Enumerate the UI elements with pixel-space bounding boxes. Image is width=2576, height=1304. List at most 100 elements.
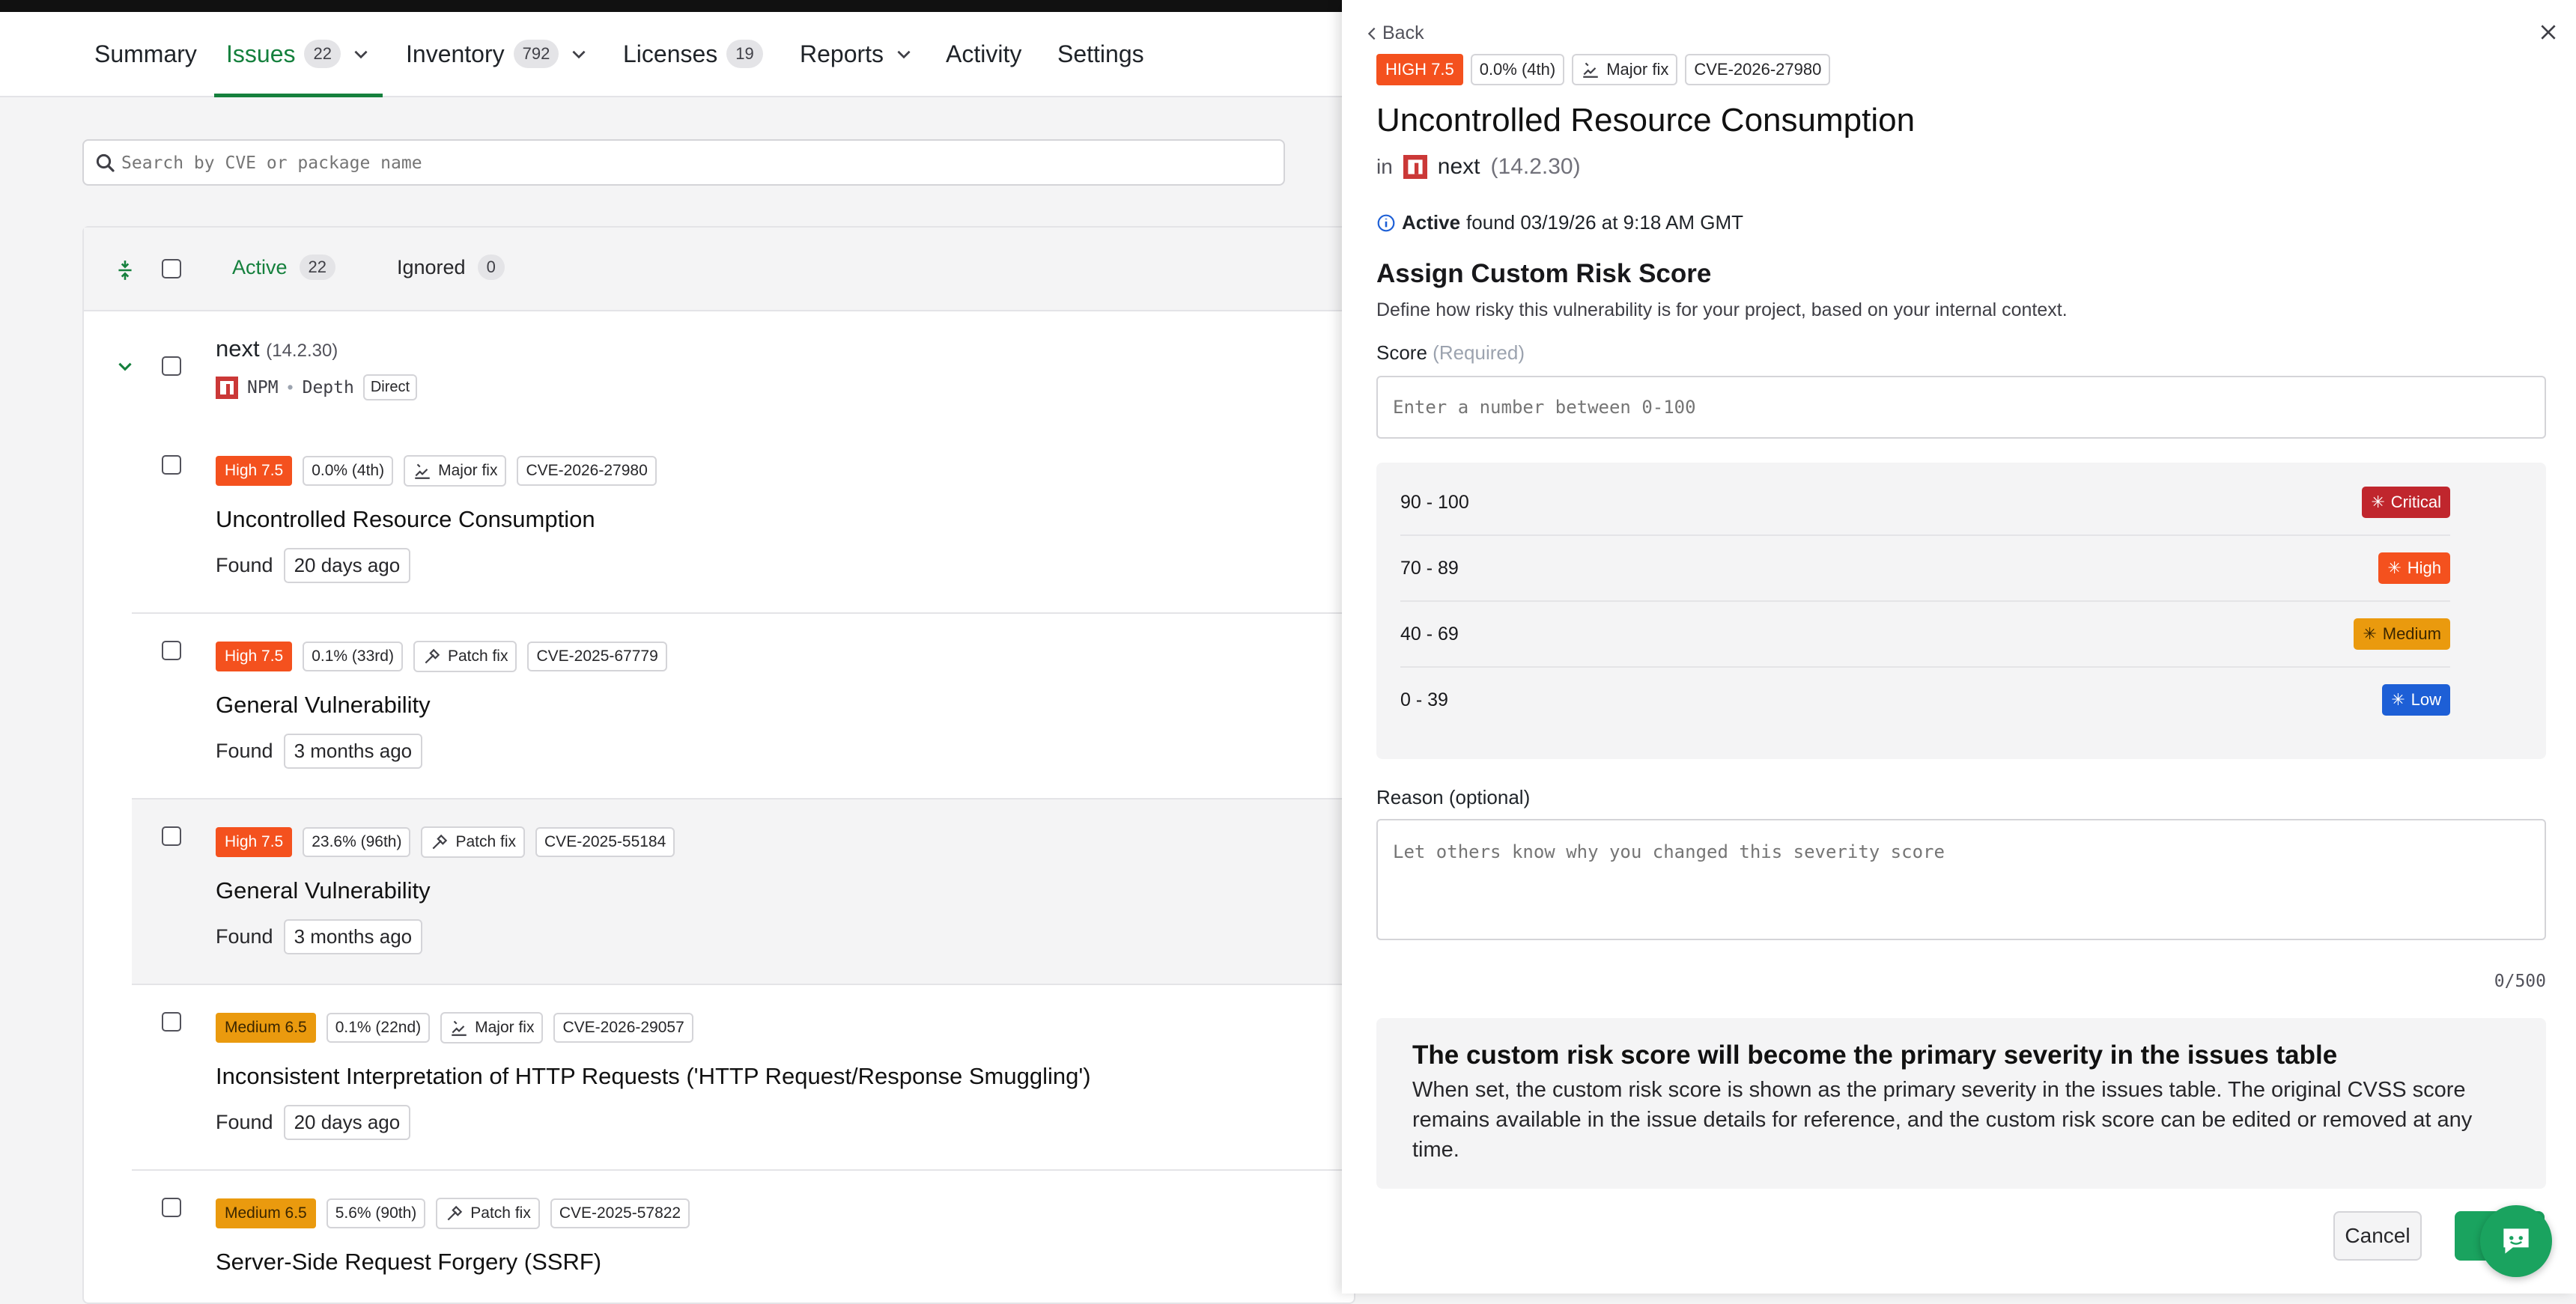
ecosystem-label: NPM bbox=[247, 377, 279, 397]
severity-badge: High 7.5 bbox=[216, 827, 293, 857]
issues-list-header: Active 22 Ignored 0 bbox=[84, 228, 1342, 311]
issue-row[interactable]: Medium 6.5 5.6% (90th) Patch fix CVE-202… bbox=[132, 1171, 1342, 1294]
epss-badge: 5.6% (90th) bbox=[326, 1198, 426, 1228]
top-nav: Summary Issues 22 Inventory 792 Licenses… bbox=[0, 12, 1342, 97]
fix-label: Major fix bbox=[475, 1019, 535, 1036]
tab-ignored-count: 0 bbox=[477, 255, 505, 280]
range-value: 40 - 69 bbox=[1400, 623, 1459, 645]
range-label: Low bbox=[2411, 690, 2441, 709]
range-label: Medium bbox=[2382, 624, 2441, 643]
tab-ignored[interactable]: Ignored 0 bbox=[397, 255, 505, 280]
found-value: 3 months ago bbox=[283, 734, 423, 769]
drawer-tags: HIGH 7.5 0.0% (4th) Major fix CVE-2026-2… bbox=[1376, 54, 1831, 85]
issue-tags: Medium 6.5 0.1% (22nd) Major fix CVE-202… bbox=[216, 1012, 693, 1043]
nav-reports-label: Reports bbox=[800, 40, 884, 67]
separator-dot: • bbox=[287, 377, 294, 397]
score-range-table: 90 - 100 ✳ Critical 70 - 89 ✳ High 40 - 69… bbox=[1376, 463, 2546, 759]
found-label: Found bbox=[216, 925, 273, 948]
score-label-text: Score bbox=[1376, 341, 1427, 364]
nav-summary[interactable]: Summary bbox=[94, 12, 197, 96]
collapse-all-icon[interactable] bbox=[115, 259, 135, 281]
fix-label: Patch fix bbox=[470, 1204, 531, 1222]
status-line: Active found 03/19/26 at 9:18 AM GMT bbox=[1376, 211, 1743, 234]
found-value: 3 months ago bbox=[283, 919, 423, 954]
issue-found: Found 3 months ago bbox=[216, 919, 423, 954]
fix-label: Patch fix bbox=[455, 833, 517, 850]
nav-issues[interactable]: Issues 22 bbox=[214, 12, 383, 97]
chevron-down-icon[interactable] bbox=[115, 356, 135, 376]
cve-badge: CVE-2026-27980 bbox=[517, 456, 657, 486]
issue-title: General Vulnerability bbox=[216, 692, 431, 718]
fix-badge: Patch fix bbox=[421, 826, 526, 858]
fix-label: Major fix bbox=[438, 462, 498, 479]
reason-textarea[interactable] bbox=[1376, 819, 2546, 940]
issue-checkbox[interactable] bbox=[162, 1198, 181, 1217]
severity-badge: High 7.5 bbox=[216, 456, 293, 486]
nav-activity[interactable]: Activity bbox=[946, 12, 1021, 96]
info-title: The custom risk score will become the pr… bbox=[1412, 1041, 2338, 1070]
nav-settings[interactable]: Settings bbox=[1057, 12, 1144, 96]
issue-found: Found 3 months ago bbox=[216, 734, 423, 769]
back-button[interactable]: Back bbox=[1364, 22, 1424, 44]
chat-widget-button[interactable] bbox=[2480, 1205, 2552, 1277]
close-icon[interactable] bbox=[2539, 22, 2558, 42]
depth-label: Depth bbox=[302, 377, 354, 397]
chevron-down-icon bbox=[897, 50, 911, 59]
issue-row[interactable]: High 7.5 0.0% (4th) Major fix CVE-2026-2… bbox=[132, 428, 1342, 614]
search-box bbox=[82, 139, 1285, 186]
major-fix-icon bbox=[415, 463, 430, 479]
nav-issues-label: Issues bbox=[226, 40, 296, 67]
tab-active-label: Active bbox=[232, 255, 288, 278]
score-required: (Required) bbox=[1433, 341, 1525, 364]
range-value: 90 - 100 bbox=[1400, 491, 1469, 513]
patch-fix-icon bbox=[433, 834, 448, 850]
fix-badge: Major fix bbox=[1572, 54, 1678, 85]
package-row: next (14.2.30) NPM • Depth Direct bbox=[84, 311, 1342, 428]
cve-badge: CVE-2026-29057 bbox=[553, 1013, 693, 1043]
package-checkbox[interactable] bbox=[162, 356, 181, 376]
issue-checkbox[interactable] bbox=[162, 826, 181, 846]
fix-label: Major fix bbox=[1606, 60, 1669, 79]
cancel-label: Cancel bbox=[2345, 1224, 2411, 1247]
issue-row[interactable]: High 7.5 0.1% (33rd) Patch fix CVE-2025-… bbox=[132, 614, 1342, 799]
found-value: 20 days ago bbox=[283, 1105, 411, 1140]
issue-checkbox[interactable] bbox=[162, 1012, 181, 1032]
severity-badge: High 7.5 bbox=[216, 642, 293, 671]
cancel-button[interactable]: Cancel bbox=[2333, 1211, 2422, 1261]
nav-reports[interactable]: Reports bbox=[800, 12, 914, 96]
tab-active[interactable]: Active 22 bbox=[232, 255, 336, 280]
issue-title: Uncontrolled Resource Consumption bbox=[216, 506, 595, 532]
risk-score-drawer: Back HIGH 7.5 0.0% (4th) Major fix CVE-2… bbox=[1342, 0, 2576, 1294]
package-name: next bbox=[216, 335, 260, 362]
issue-title: General Vulnerability bbox=[216, 877, 431, 904]
issue-title: Inconsistent Interpretation of HTTP Requ… bbox=[216, 1063, 1091, 1089]
active-tab-underline bbox=[214, 94, 383, 97]
range-label: High bbox=[2407, 558, 2441, 577]
asterisk-icon: ✳ bbox=[2371, 493, 2385, 511]
issue-checkbox[interactable] bbox=[162, 455, 181, 475]
epss-badge: 0.0% (4th) bbox=[1470, 54, 1565, 85]
issue-row[interactable]: High 7.5 23.6% (96th) Patch fix CVE-2025… bbox=[132, 799, 1342, 985]
nav-licenses[interactable]: Licenses 19 bbox=[623, 12, 763, 96]
search-input[interactable] bbox=[120, 141, 1246, 186]
issue-checkbox[interactable] bbox=[162, 641, 181, 660]
range-value: 0 - 39 bbox=[1400, 689, 1448, 710]
range-label: Critical bbox=[2390, 493, 2441, 511]
nav-activity-label: Activity bbox=[946, 40, 1022, 67]
chevron-left-icon bbox=[1367, 27, 1376, 40]
package-meta: NPM • Depth Direct bbox=[216, 374, 418, 400]
epss-badge: 0.1% (33rd) bbox=[303, 642, 403, 671]
issue-row[interactable]: Medium 6.5 0.1% (22nd) Major fix CVE-202… bbox=[132, 985, 1342, 1171]
nav-inventory[interactable]: Inventory 792 bbox=[406, 12, 589, 96]
select-all-checkbox[interactable] bbox=[162, 259, 181, 278]
major-fix-icon bbox=[452, 1020, 467, 1036]
char-counter: 0/500 bbox=[2494, 972, 2546, 991]
info-text: When set, the custom risk score is shown… bbox=[1412, 1078, 2473, 1162]
found-value: 20 days ago bbox=[283, 548, 411, 583]
score-input[interactable] bbox=[1376, 376, 2546, 439]
range-row-low: 0 - 39 ✳ Low bbox=[1400, 668, 2450, 732]
asterisk-icon: ✳ bbox=[2391, 690, 2405, 709]
npm-logo-icon bbox=[1403, 155, 1427, 179]
low-badge: ✳ Low bbox=[2382, 684, 2450, 716]
cve-badge: CVE-2025-55184 bbox=[535, 827, 675, 857]
